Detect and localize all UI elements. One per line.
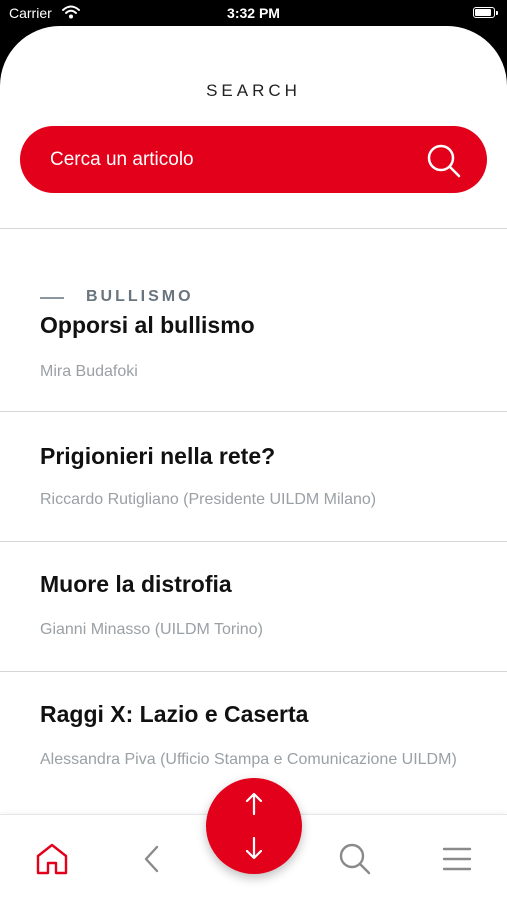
arrow-up-icon[interactable]: [244, 792, 264, 816]
article-title[interactable]: Prigionieri nella rete?: [40, 443, 275, 470]
divider: [0, 671, 507, 672]
divider: [0, 228, 507, 229]
search-input[interactable]: Cerca un articolo: [50, 149, 194, 171]
page-title: SEARCH: [206, 81, 301, 100]
search-icon[interactable]: [425, 142, 463, 180]
search-icon[interactable]: [337, 841, 373, 877]
category-dash: [40, 297, 64, 299]
scroll-fab[interactable]: [206, 778, 302, 874]
article-title[interactable]: Raggi X: Lazio e Caserta: [40, 701, 308, 728]
home-icon[interactable]: [34, 841, 70, 877]
battery-icon: [473, 7, 498, 18]
article-author: Riccardo Rutigliano (Presidente UILDM Mi…: [40, 491, 377, 508]
article-title[interactable]: Muore la distrofia: [40, 571, 232, 598]
article-author: Mira Budafoki: [40, 363, 138, 380]
article-title[interactable]: Opporsi al bullismo: [40, 312, 255, 339]
search-bar[interactable]: Cerca un articolo: [20, 126, 487, 193]
status-bar: Carrier 3:32 PM: [0, 0, 507, 28]
menu-icon[interactable]: [438, 841, 474, 877]
divider: [0, 541, 507, 542]
status-time: 3:32 PM: [227, 5, 280, 21]
chevron-left-icon[interactable]: [135, 841, 171, 877]
category-label: BULLISMO: [86, 288, 194, 305]
search-screen: SEARCH Cerca un articolo BULLISMO Oppors…: [0, 26, 507, 900]
divider: [0, 411, 507, 412]
article-author: Gianni Minasso (UILDM Torino): [40, 621, 263, 638]
arrow-down-icon[interactable]: [244, 836, 264, 860]
article-author: Alessandra Piva (Ufficio Stampa e Comuni…: [40, 751, 457, 768]
